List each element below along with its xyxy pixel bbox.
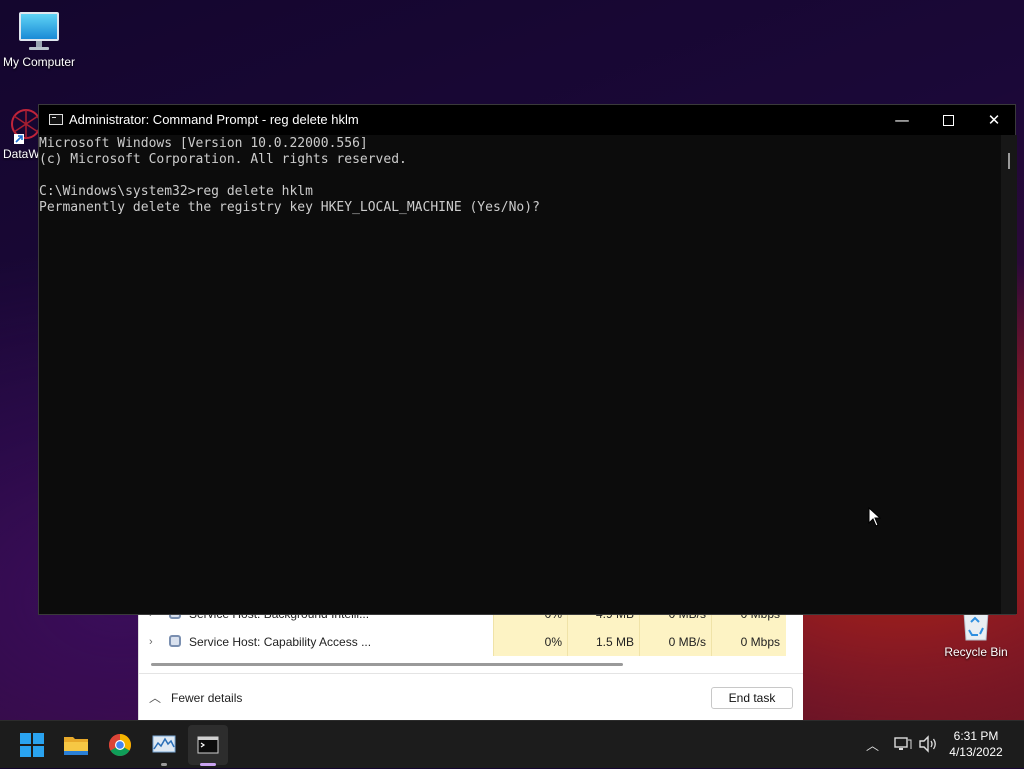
active-indicator xyxy=(200,763,216,766)
task-manager-icon xyxy=(152,735,176,753)
desktop-icon-label: My Computer xyxy=(2,55,76,69)
task-manager-window: › Service Host: Background Intelli... 0%… xyxy=(138,600,803,721)
desktop-icon-label: DataW xyxy=(3,147,40,161)
maximize-icon xyxy=(942,115,954,126)
title-bar[interactable]: Administrator: Command Prompt - reg dele… xyxy=(39,105,1015,135)
taskbar-task-manager[interactable] xyxy=(144,725,184,766)
network-icon[interactable] xyxy=(894,736,912,752)
vertical-scrollbar[interactable] xyxy=(1001,135,1017,614)
close-icon: ✕ xyxy=(987,111,1001,129)
volume-icon[interactable] xyxy=(918,735,938,753)
desktop-icon-dataw[interactable]: DataW xyxy=(0,108,40,161)
chrome-icon xyxy=(109,734,131,756)
chevron-up-icon: ︿ xyxy=(149,691,162,705)
command-prompt-icon xyxy=(197,736,219,754)
recycle-bin-icon xyxy=(963,611,989,641)
running-indicator xyxy=(161,763,167,766)
chevron-right-icon[interactable]: › xyxy=(149,628,153,656)
network-cell: 0 Mbps xyxy=(711,628,786,656)
desktop-icon-label: Recycle Bin xyxy=(944,645,1008,659)
clock[interactable]: 6:31 PM 4/13/2022 xyxy=(940,728,1012,760)
start-button[interactable] xyxy=(12,725,52,765)
task-manager-footer: ︿ Fewer details End task xyxy=(139,673,803,721)
close-button[interactable]: ✕ xyxy=(971,105,1017,135)
table-row[interactable]: › Service Host: Capability Access ... 0%… xyxy=(139,628,803,656)
disk-cell: 0 MB/s xyxy=(639,628,712,656)
memory-cell: 1.5 MB xyxy=(567,628,640,656)
dataw-app-icon xyxy=(11,109,40,144)
monitor-icon xyxy=(19,12,59,50)
console-line: Permanently delete the registry key HKEY… xyxy=(39,200,540,215)
console-output[interactable]: Microsoft Windows [Version 10.0.22000.55… xyxy=(39,136,999,216)
horizontal-scrollbar[interactable] xyxy=(151,663,623,666)
end-task-button[interactable]: End task xyxy=(711,687,793,709)
console-line: (c) Microsoft Corporation. All rights re… xyxy=(39,152,407,167)
taskbar-file-explorer[interactable] xyxy=(56,725,96,765)
start-icon xyxy=(20,733,44,757)
clock-date: 4/13/2022 xyxy=(949,745,1003,759)
fewer-details-label: Fewer details xyxy=(171,691,243,705)
command-prompt-icon xyxy=(49,114,63,125)
command-prompt-window[interactable]: Administrator: Command Prompt - reg dele… xyxy=(38,104,1017,615)
taskbar: ︿ 6:31 PM 4/13/2022 xyxy=(0,720,1024,768)
maximize-button[interactable] xyxy=(925,105,971,135)
console-line: Microsoft Windows [Version 10.0.22000.55… xyxy=(39,136,368,151)
file-explorer-icon xyxy=(64,737,88,755)
desktop-icon-recycle-bin[interactable]: Recycle Bin xyxy=(940,611,1012,659)
console-line: C:\Windows\system32>reg delete hklm xyxy=(39,184,313,199)
console-line: ​ xyxy=(39,168,999,184)
desktop-icon-my-computer[interactable]: My Computer xyxy=(0,10,78,69)
process-name: Service Host: Capability Access ... xyxy=(189,635,372,649)
service-icon xyxy=(169,635,181,647)
show-hidden-icons-chevron-icon[interactable]: ︿ xyxy=(866,735,879,754)
window-title: Administrator: Command Prompt - reg dele… xyxy=(69,112,359,127)
cpu-cell: 0% xyxy=(493,628,568,656)
scrollbar-thumb[interactable] xyxy=(1008,153,1010,169)
mouse-pointer-icon xyxy=(868,507,882,527)
clock-time: 6:31 PM xyxy=(953,729,999,743)
minimize-icon: — xyxy=(894,111,910,129)
taskbar-chrome[interactable] xyxy=(100,725,140,765)
fewer-details-button[interactable]: ︿ Fewer details xyxy=(149,689,242,706)
minimize-button[interactable]: — xyxy=(879,105,925,135)
taskbar-command-prompt[interactable] xyxy=(188,725,228,766)
